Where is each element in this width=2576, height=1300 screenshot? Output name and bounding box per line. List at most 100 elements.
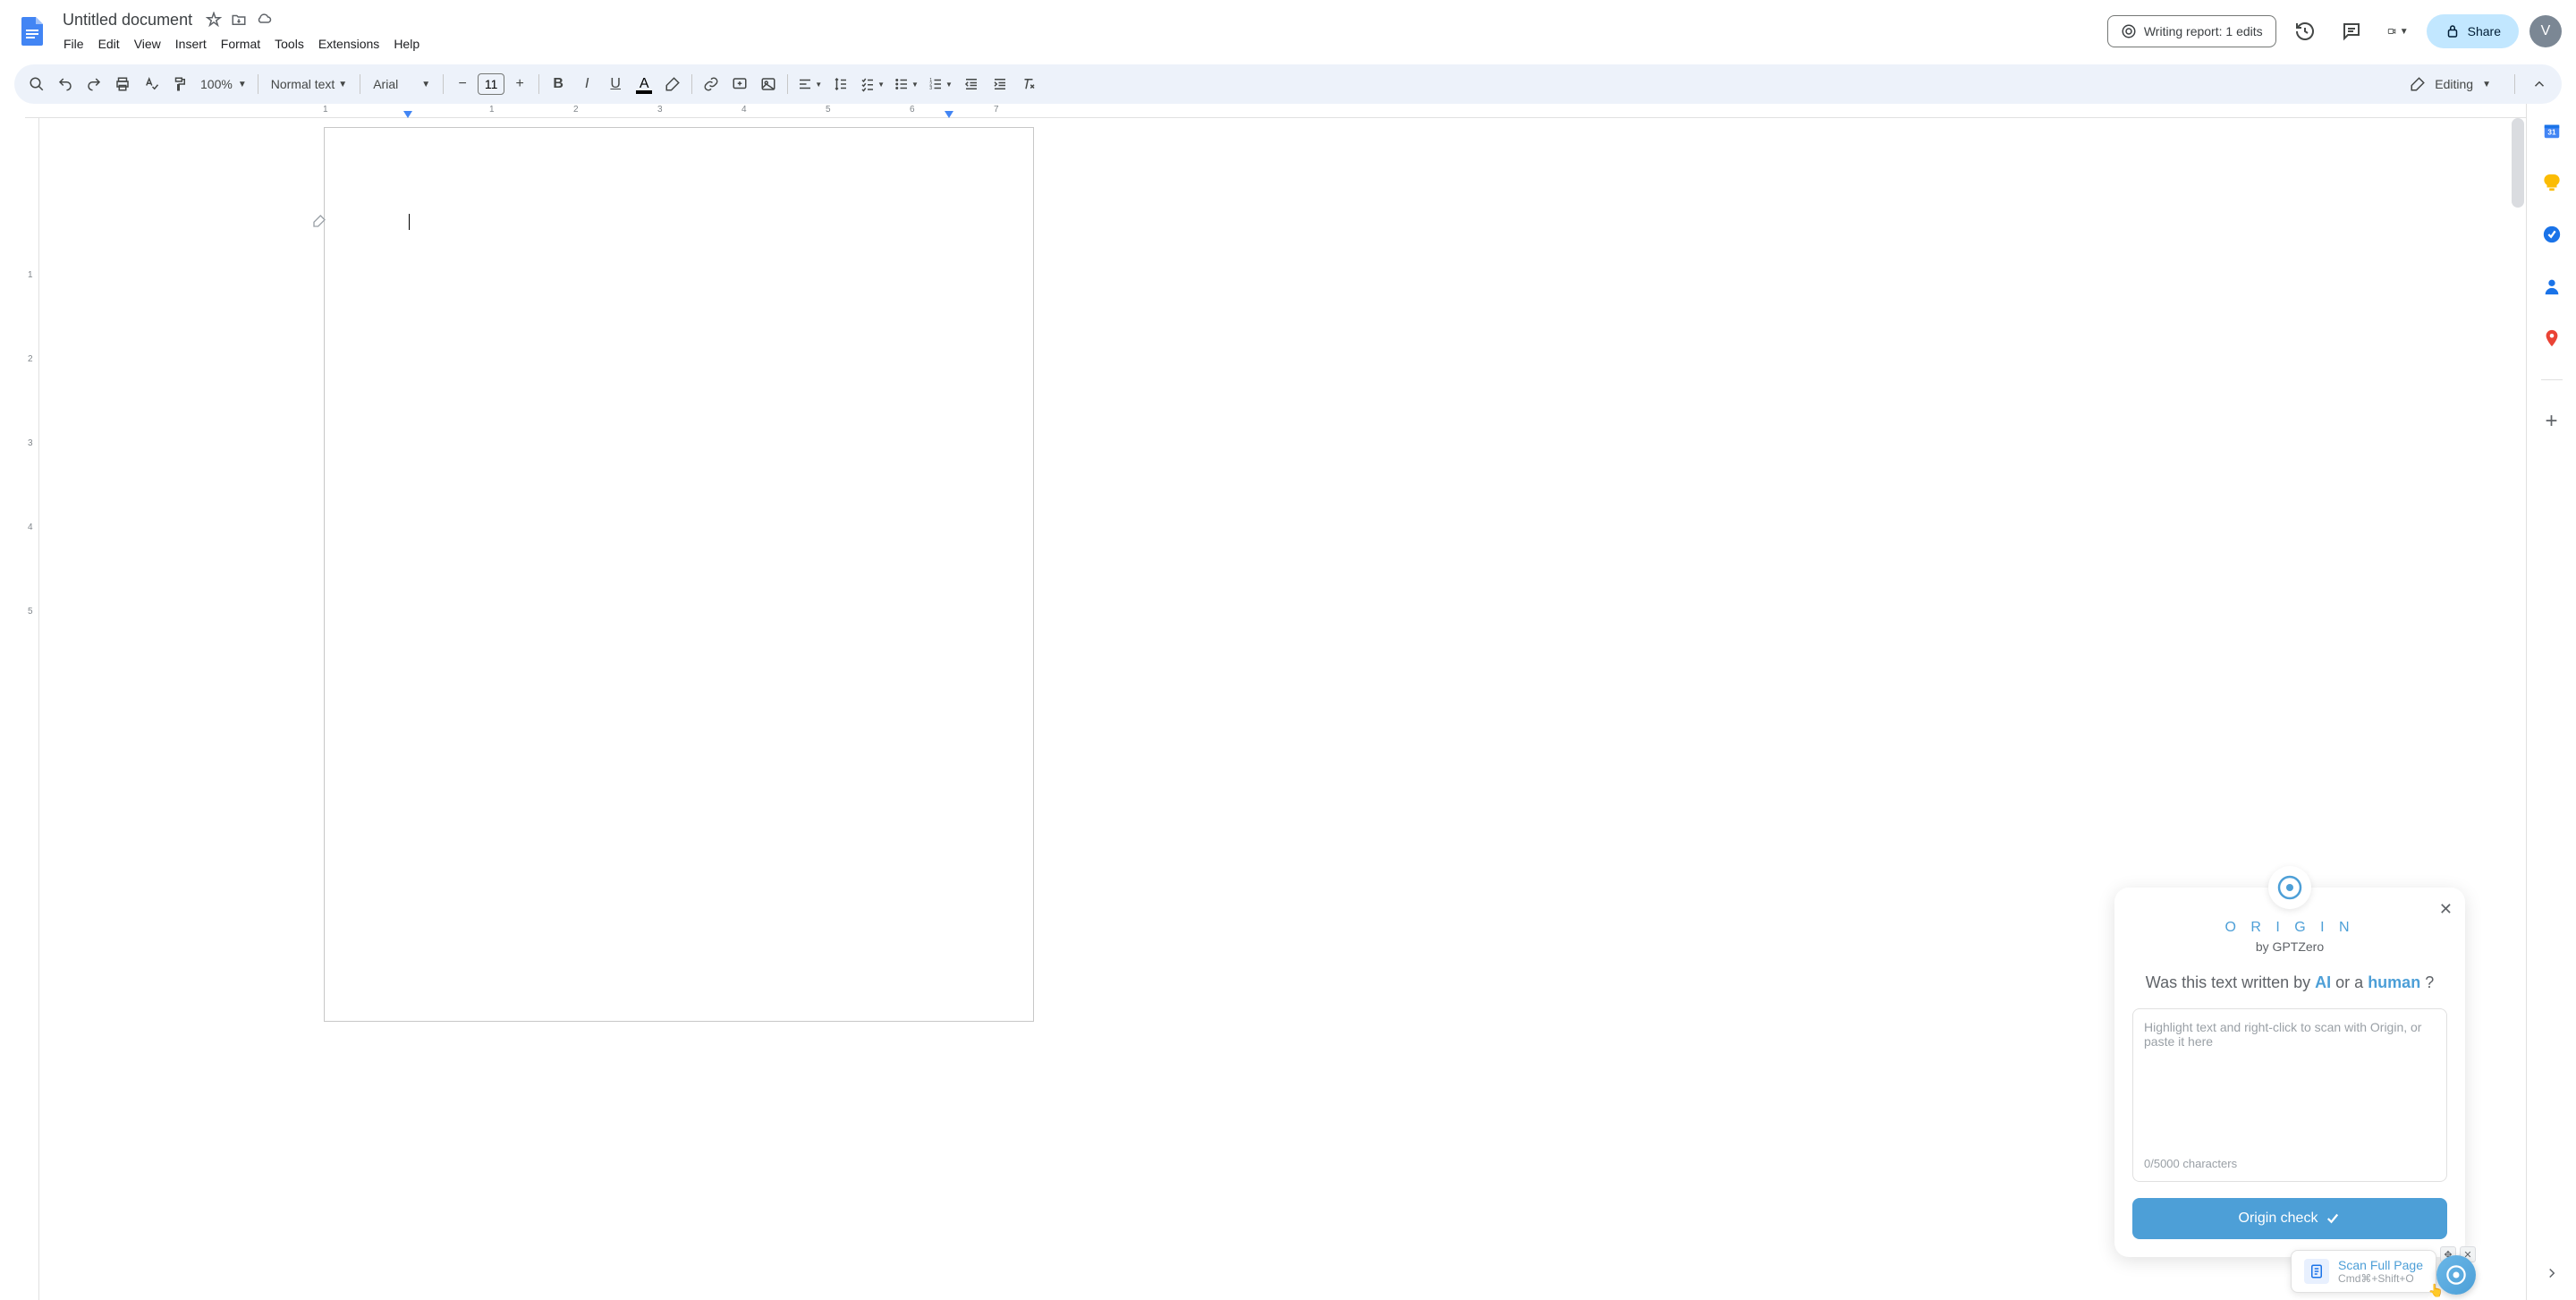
- menu-extensions[interactable]: Extensions: [312, 33, 386, 55]
- hide-side-panel-button[interactable]: [2534, 1255, 2570, 1291]
- paragraph-style-select[interactable]: Normal text▼: [264, 77, 354, 91]
- contacts-icon[interactable]: [2534, 268, 2570, 304]
- docs-logo[interactable]: [14, 13, 50, 49]
- search-menu-icon[interactable]: [23, 71, 50, 98]
- insert-link-button[interactable]: [698, 71, 724, 98]
- add-addon-button[interactable]: +: [2534, 404, 2570, 439]
- text-color-button[interactable]: A: [631, 71, 657, 98]
- comments-icon[interactable]: [2334, 13, 2369, 49]
- separator: [787, 74, 788, 94]
- checklist-button[interactable]: ▼: [856, 71, 888, 98]
- history-icon[interactable]: [2287, 13, 2323, 49]
- star-icon[interactable]: [205, 11, 223, 29]
- share-label: Share: [2468, 24, 2501, 38]
- ruler-mark: 2: [28, 354, 33, 364]
- font-value: Arial: [373, 77, 398, 91]
- clear-formatting-button[interactable]: [1015, 71, 1042, 98]
- line-spacing-button[interactable]: [827, 71, 854, 98]
- ruler-mark: 6: [910, 105, 915, 115]
- paint-format-icon[interactable]: [166, 71, 193, 98]
- ruler-mark: 3: [657, 105, 663, 115]
- bold-button[interactable]: B: [545, 71, 572, 98]
- scan-shortcut: Cmd⌘+Shift+O: [2338, 1272, 2423, 1285]
- horizontal-ruler[interactable]: 1 1 2 3 4 5 6 7: [25, 104, 2526, 118]
- video-call-button[interactable]: ▼: [2380, 13, 2416, 49]
- numbered-list-button[interactable]: 123▼: [924, 71, 956, 98]
- writing-report-button[interactable]: Writing report: 1 edits: [2107, 15, 2276, 47]
- left-indent-marker[interactable]: [403, 111, 412, 118]
- maps-icon[interactable]: [2534, 320, 2570, 356]
- tasks-icon[interactable]: [2534, 217, 2570, 252]
- menu-bar: File Edit View Insert Format Tools Exten…: [57, 33, 2107, 55]
- font-size-input[interactable]: [478, 73, 504, 95]
- svg-text:31: 31: [2547, 129, 2556, 137]
- font-select[interactable]: Arial▼: [366, 77, 437, 91]
- scan-full-page-panel[interactable]: Scan Full Page Cmd⌘+Shift+O: [2291, 1250, 2436, 1293]
- move-icon[interactable]: [230, 11, 248, 29]
- origin-check-label: Origin check: [2239, 1211, 2318, 1227]
- decrease-font-size-button[interactable]: −: [449, 71, 476, 98]
- title-right: Writing report: 1 edits ▼ Share V: [2107, 13, 2562, 49]
- menu-insert[interactable]: Insert: [169, 33, 213, 55]
- avatar[interactable]: V: [2529, 15, 2562, 47]
- text-cursor: [409, 214, 410, 230]
- origin-by-line: by GPTZero: [2132, 939, 2447, 954]
- italic-button[interactable]: I: [573, 71, 600, 98]
- chevron-down-icon: ▼: [815, 81, 822, 89]
- share-button[interactable]: Share: [2427, 14, 2519, 48]
- menu-file[interactable]: File: [57, 33, 90, 55]
- origin-check-button[interactable]: Origin check: [2132, 1198, 2447, 1239]
- vertical-scrollbar[interactable]: [2512, 118, 2524, 208]
- bulleted-list-button[interactable]: ▼: [890, 71, 922, 98]
- close-icon[interactable]: ✕: [2439, 900, 2453, 919]
- menu-format[interactable]: Format: [215, 33, 267, 55]
- insert-comment-button[interactable]: [726, 71, 753, 98]
- menu-edit[interactable]: Edit: [92, 33, 126, 55]
- calendar-icon[interactable]: 31: [2534, 113, 2570, 149]
- ruler-mark: 2: [573, 105, 579, 115]
- svg-text:3: 3: [929, 86, 932, 91]
- underline-button[interactable]: U: [602, 71, 629, 98]
- keep-icon[interactable]: [2534, 165, 2570, 200]
- separator: [2514, 74, 2515, 94]
- writing-report-label: Writing report: 1 edits: [2144, 24, 2263, 38]
- origin-name: O R I G I N: [2132, 920, 2447, 936]
- vertical-ruler[interactable]: 1 2 3 4 5: [25, 118, 39, 1300]
- font-size-control: − +: [449, 71, 533, 98]
- zoom-select[interactable]: 100%▼: [195, 77, 252, 91]
- decrease-indent-button[interactable]: [958, 71, 985, 98]
- origin-text-input[interactable]: [2144, 1020, 2436, 1145]
- separator: [691, 74, 692, 94]
- editing-mode-button[interactable]: Editing ▼: [2397, 71, 2504, 98]
- menu-help[interactable]: Help: [387, 33, 426, 55]
- redo-icon[interactable]: [80, 71, 107, 98]
- origin-textarea-container: 0/5000 characters: [2132, 1008, 2447, 1182]
- insert-image-button[interactable]: [755, 71, 782, 98]
- scan-title: Scan Full Page: [2338, 1258, 2423, 1272]
- toolbar: 100%▼ Normal text▼ Arial▼ − + B I U A ▼ …: [14, 64, 2562, 104]
- document-title[interactable]: Untitled document: [57, 9, 198, 31]
- cloud-status-icon[interactable]: [255, 11, 273, 29]
- zoom-value: 100%: [200, 77, 233, 91]
- ruler-mark: 5: [826, 105, 831, 115]
- menu-tools[interactable]: Tools: [268, 33, 310, 55]
- origin-question: Was this text written by AI or a human ?: [2132, 973, 2447, 992]
- undo-icon[interactable]: [52, 71, 79, 98]
- right-indent-marker[interactable]: [945, 111, 953, 118]
- ruler-mark: 4: [741, 105, 747, 115]
- cursor-pointer-icon: 👆: [2428, 1283, 2444, 1298]
- spellcheck-icon[interactable]: [138, 71, 165, 98]
- collapse-toolbar-button[interactable]: [2526, 71, 2553, 98]
- origin-brand: O R I G I N by GPTZero: [2132, 920, 2447, 954]
- increase-font-size-button[interactable]: +: [506, 71, 533, 98]
- ruler-mark: 5: [28, 607, 33, 616]
- scan-document-icon: [2304, 1259, 2329, 1284]
- ai-suggestion-icon[interactable]: [312, 214, 326, 228]
- increase-indent-button[interactable]: [987, 71, 1013, 98]
- align-button[interactable]: ▼: [793, 71, 826, 98]
- print-icon[interactable]: [109, 71, 136, 98]
- document-page[interactable]: [324, 127, 1034, 1022]
- highlight-button[interactable]: [659, 71, 686, 98]
- chevron-down-icon: ▼: [2482, 80, 2491, 89]
- menu-view[interactable]: View: [128, 33, 167, 55]
